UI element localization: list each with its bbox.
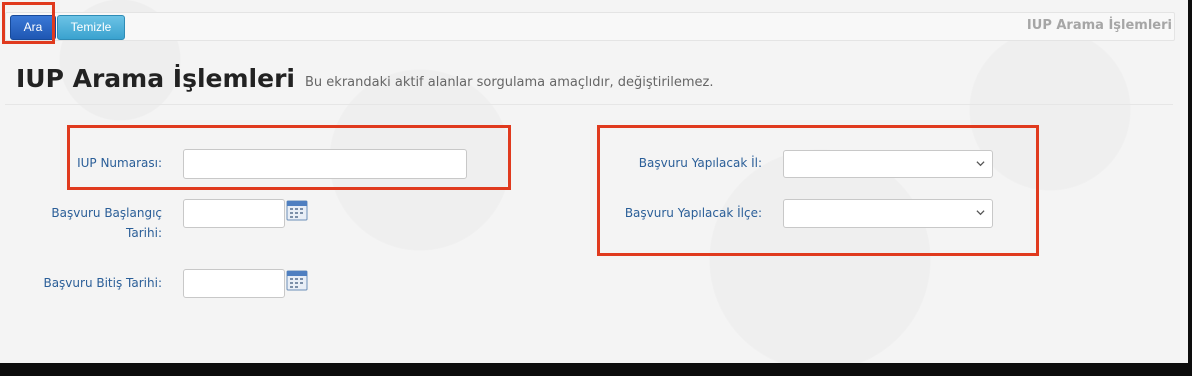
- start-date-label-line2: Tarihi:: [126, 226, 162, 240]
- search-button[interactable]: Ara: [10, 15, 56, 40]
- calendar-icon[interactable]: [286, 199, 308, 221]
- district-label: Başvuru Yapılacak İlçe:: [624, 206, 762, 220]
- end-date-input[interactable]: [183, 269, 285, 298]
- province-label: Başvuru Yapılacak İl:: [638, 156, 762, 170]
- chevron-down-icon: [976, 161, 985, 167]
- toolbar-title: IUP Arama İşlemleri: [1026, 18, 1172, 33]
- divider: [5, 104, 1173, 105]
- iup-number-input[interactable]: [183, 149, 467, 179]
- page-title: IUP Arama İşlemleri: [16, 64, 295, 93]
- start-date-label: Başvuru Başlangıç Tarihi:: [20, 203, 162, 243]
- start-date-label-line1: Başvuru Başlangıç: [51, 206, 162, 220]
- province-select[interactable]: [783, 150, 993, 178]
- start-date-input[interactable]: [183, 199, 285, 228]
- highlight-box-location: [597, 125, 1039, 256]
- district-select[interactable]: [783, 199, 993, 228]
- iup-number-label: IUP Numarası:: [77, 156, 162, 170]
- page-subtitle: Bu ekrandaki aktif alanlar sorgulama ama…: [305, 75, 714, 90]
- calendar-icon[interactable]: [286, 269, 308, 291]
- app-frame: Ara Temizle IUP Arama İşlemleri IUP Aram…: [0, 0, 1188, 363]
- toolbar: Ara Temizle IUP Arama İşlemleri: [5, 12, 1175, 41]
- chevron-down-icon: [976, 210, 985, 216]
- clear-button[interactable]: Temizle: [57, 15, 125, 40]
- end-date-label: Başvuru Bitiş Tarihi:: [43, 276, 162, 290]
